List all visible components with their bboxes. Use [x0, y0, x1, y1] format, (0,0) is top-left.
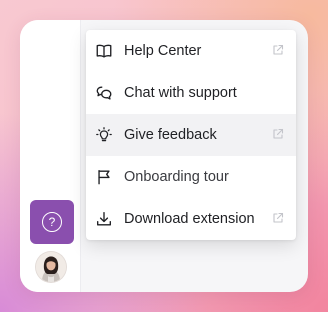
avatar[interactable] — [36, 252, 66, 282]
book-icon — [94, 41, 114, 61]
menu-item-chat-support[interactable]: Chat with support — [86, 72, 296, 114]
help-button[interactable]: ? — [30, 200, 74, 244]
question-mark-icon: ? — [42, 212, 62, 232]
menu-item-label: Give feedback — [124, 127, 217, 143]
chat-bubbles-icon — [94, 83, 114, 103]
app-window: ? Help Center Chat with support Give fee… — [20, 20, 308, 292]
external-link-icon — [272, 128, 284, 140]
menu-item-label: Help Center — [124, 43, 202, 59]
menu-item-give-feedback[interactable]: Give feedback — [86, 114, 296, 156]
external-link-icon — [272, 44, 284, 56]
menu-item-download-extension[interactable]: Download extension — [86, 198, 296, 240]
sidebar-rail: ? — [20, 20, 81, 292]
download-icon — [94, 209, 114, 229]
menu-item-label: Download extension — [124, 211, 255, 227]
menu-item-label: Onboarding tour — [124, 169, 229, 185]
lightbulb-icon — [94, 125, 114, 145]
flag-icon — [94, 167, 114, 187]
menu-item-label: Chat with support — [124, 85, 237, 101]
external-link-icon — [272, 212, 284, 224]
help-menu: Help Center Chat with support Give feedb… — [86, 30, 296, 240]
menu-item-help-center[interactable]: Help Center — [86, 30, 296, 72]
user-avatar-image — [36, 252, 66, 282]
menu-item-onboarding-tour[interactable]: Onboarding tour — [86, 156, 296, 198]
